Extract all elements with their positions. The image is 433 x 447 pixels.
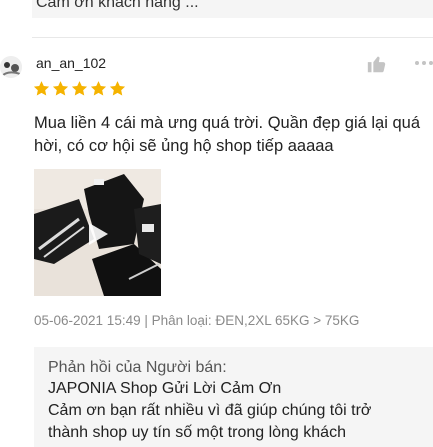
like-button[interactable] xyxy=(366,53,388,75)
review-media-thumbnail[interactable] xyxy=(34,169,161,296)
avatar-image xyxy=(0,56,22,78)
star-icon xyxy=(33,81,50,96)
variation-value: ĐEN,2XL 65KG > 75KG xyxy=(215,313,360,328)
seller-reply-box: Phản hồi của Người bán: JAPONIA Shop Gửi… xyxy=(34,347,433,447)
thumbs-up-icon xyxy=(367,56,386,73)
star-icon xyxy=(90,81,107,96)
reviewer-username[interactable]: an_an_102 xyxy=(36,55,106,71)
star-icon xyxy=(71,81,88,96)
previous-reply-text: Cảm ơn khách hàng ... xyxy=(36,0,199,11)
review-text: Mua liền 4 cái mà ưng quá trời. Quần đẹp… xyxy=(34,114,421,155)
star-rating xyxy=(33,80,126,98)
divider xyxy=(32,37,433,38)
star-icon xyxy=(109,81,126,96)
review-date: 05-06-2021 15:49 xyxy=(34,313,141,328)
star-icon xyxy=(52,81,69,96)
meta-separator: | xyxy=(144,313,148,328)
play-icon xyxy=(89,223,108,245)
seller-reply-line-3: thành shop uy tín số một trong lòng khác… xyxy=(48,424,346,441)
more-icon xyxy=(415,61,433,65)
seller-reply-label: Phản hồi của Người bán: xyxy=(48,359,227,376)
variation-label: Phân loại: xyxy=(151,313,212,328)
more-options-button[interactable] xyxy=(414,55,433,71)
review-meta: 05-06-2021 15:49 | Phân loại: ĐEN,2XL 65… xyxy=(34,313,359,328)
seller-reply-line-1: JAPONIA Shop Gửi Lời Cảm Ơn xyxy=(48,380,282,397)
avatar[interactable] xyxy=(0,56,22,78)
seller-reply-line-2: Cảm ơn bạn rất nhiều vì đã giúp chúng tô… xyxy=(48,402,372,419)
